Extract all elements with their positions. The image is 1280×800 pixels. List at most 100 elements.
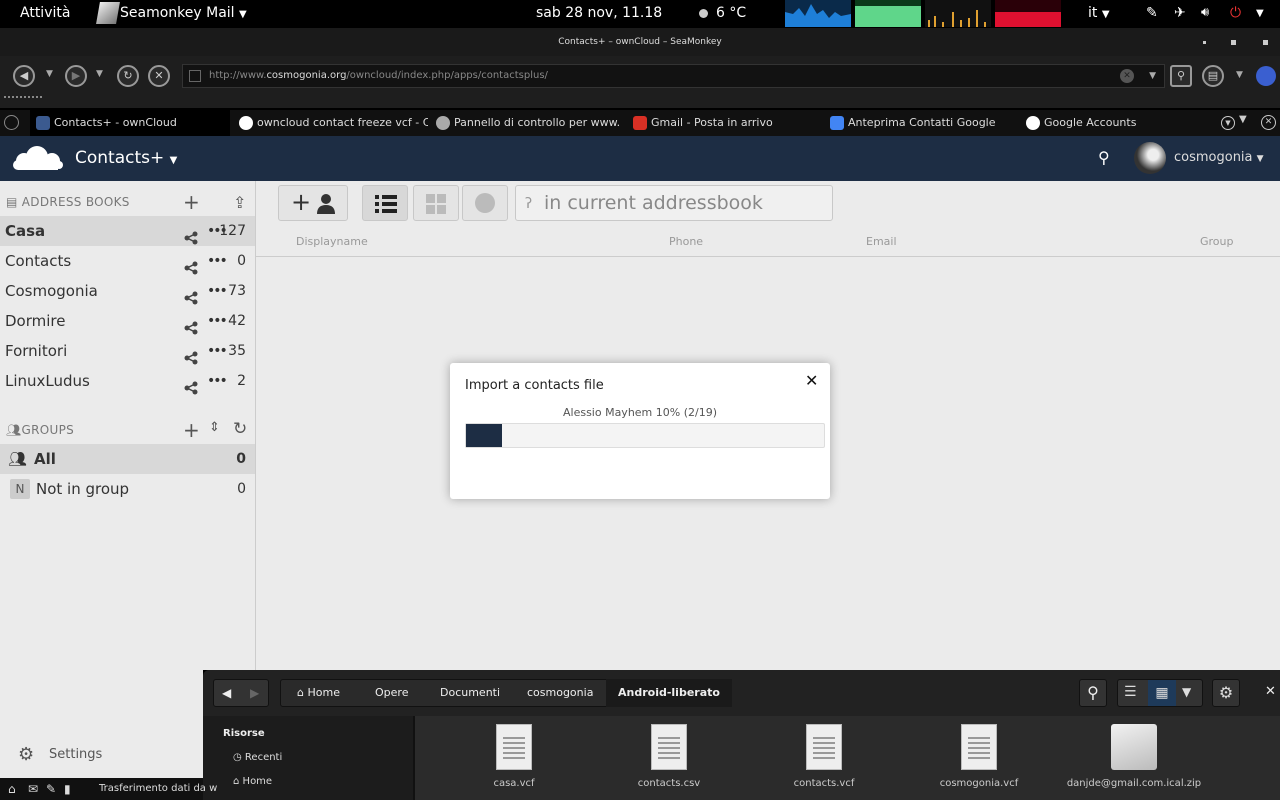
power-icon[interactable]: ⏻ [1230,5,1241,21]
more-icon[interactable]: ••• [207,336,228,366]
owncloud-logo-icon[interactable] [10,143,64,173]
list-view-button[interactable] [362,185,408,221]
addressbook-item[interactable]: Contacts ••• 0 [0,246,255,276]
chevron-down-icon[interactable]: ▼ [1149,65,1156,87]
chevron-down-icon[interactable]: ▼ [1239,114,1247,125]
addressbook-item[interactable]: Cosmogonia ••• 73 [0,276,255,306]
more-icon[interactable]: ••• [207,366,228,396]
sort-icon[interactable]: ⇕ [209,420,220,435]
forward-icon[interactable]: ▶ [250,686,259,700]
add-group-icon[interactable]: + [183,418,200,442]
tab-0[interactable]: Contacts+ - ownCloud [30,110,230,136]
chevron-down-icon[interactable]: ▼ [46,69,53,79]
chevron-down-icon[interactable]: ▼ [1182,685,1191,699]
file-item[interactable]: contacts.vcf [749,724,899,789]
tab-history-icon[interactable] [4,115,19,130]
gear-icon[interactable]: ⚙ [1212,679,1240,707]
search-icon[interactable]: ⚲ [1170,65,1192,87]
chevron-down-icon[interactable]: ▼ [96,69,103,79]
tab-5[interactable]: Google Accounts [1020,110,1210,136]
share-icon[interactable] [184,315,198,335]
group-item-all[interactable]: 👥︎ All 0 [0,444,255,474]
file-item[interactable]: cosmogonia.vcf [904,724,1054,789]
tab-2[interactable]: Pannello di controllo per www.... [430,110,620,136]
minimize-icon[interactable] [1203,41,1206,44]
share-icon[interactable] [184,375,198,395]
url-bar[interactable]: http://www.cosmogonia.org/owncloud/index… [182,64,1165,88]
place-recent[interactable]: ◷ Recenti [233,752,282,763]
breadcrumb-item[interactable]: Documenti [428,679,512,707]
addressbook-item[interactable]: Casa ••• 127 [0,216,255,246]
tab-4[interactable]: Anteprima Contatti Google [824,110,1014,136]
addressbook-item[interactable]: LinuxLudus ••• 2 [0,366,255,396]
group-item-not-in-group[interactable]: N Not in group 0 [0,474,255,504]
avatar[interactable] [1134,142,1166,174]
chevron-down-icon[interactable]: ▼ [1236,70,1243,80]
place-home[interactable]: ⌂ Home [233,776,272,787]
home-icon[interactable]: ⌂ [8,778,16,800]
grid-icon[interactable]: ▦ [1148,680,1176,706]
map-view-button[interactable] [462,185,508,221]
column-header-group[interactable]: Group [1200,235,1234,248]
share-icon[interactable] [184,345,198,365]
close-icon[interactable]: ✕ [1265,684,1276,699]
more-icon[interactable]: ••• [207,306,228,336]
mail-icon[interactable]: ✉ [28,778,38,800]
tab-1[interactable]: owncloud contact freeze vcf - Ce... [233,110,428,136]
address-book-icon[interactable]: ▮ [64,778,71,800]
add-addressbook-icon[interactable]: + [183,190,200,214]
refresh-icon[interactable]: ↻ [233,419,247,439]
back-icon[interactable]: ◀ [13,65,35,87]
clear-url-icon[interactable]: ✕ [1120,69,1134,83]
activities-button[interactable]: Attività [20,5,70,21]
addressbook-item[interactable]: Fornitori ••• 35 [0,336,255,366]
toolbar-grip[interactable] [4,96,42,100]
share-icon[interactable] [184,255,198,275]
file-item[interactable]: danjde@gmail.com.ical.zip [1059,724,1209,789]
stop-icon[interactable]: ✕ [148,65,170,87]
column-header-phone[interactable]: Phone [669,235,703,248]
app-menu[interactable]: Seamonkey Mail ▼ [120,5,247,21]
app-menu[interactable]: Contacts+ ▼ [75,148,177,168]
close-window-icon[interactable] [1263,40,1268,45]
airplane-icon[interactable]: ✈ [1174,5,1186,21]
weather-temp[interactable]: 6 °C [716,5,746,21]
clock[interactable]: sab 28 nov, 11.18 [536,5,662,21]
keyboard-layout-menu[interactable]: it ▼ [1088,5,1110,21]
addressbook-item[interactable]: Dormire ••• 42 [0,306,255,336]
more-icon[interactable]: ••• [207,246,228,276]
volume-icon[interactable]: 🔊︎ [1201,5,1209,20]
composer-icon[interactable]: ✎ [46,778,56,800]
user-menu[interactable]: cosmogonia ▼ [1174,150,1264,165]
more-icon[interactable]: ••• [207,276,228,306]
column-header-email[interactable]: Email [866,235,897,248]
file-item[interactable]: casa.vcf [439,724,589,789]
pen-icon[interactable]: ✎ [1146,5,1158,21]
share-icon[interactable] [184,225,198,245]
tab-3[interactable]: Gmail - Posta in arrivo [627,110,817,136]
search-input[interactable]: ʔ in current addressbook [515,185,833,221]
breadcrumb-current[interactable]: Android-liberato [606,679,732,707]
breadcrumb-item[interactable]: Opere [363,679,420,707]
search-icon[interactable]: ⚲ [1098,148,1110,167]
share-icon[interactable] [184,285,198,305]
all-tabs-icon[interactable]: ▼ [1221,116,1235,130]
maximize-icon[interactable] [1231,40,1236,45]
breadcrumb-home[interactable]: ⌂ Home [285,679,352,707]
window-titlebar[interactable]: Contacts+ – ownCloud – SeaMonkey [0,28,1280,56]
close-icon[interactable]: ✕ [805,371,818,390]
file-item[interactable]: contacts.csv [594,724,744,789]
settings-link[interactable]: Settings [49,747,102,762]
chevron-down-icon[interactable]: ▼ [1256,8,1264,19]
breadcrumb-item[interactable]: cosmogonia [515,679,605,707]
search-icon[interactable]: ⚲ [1079,679,1107,707]
grid-view-button[interactable] [413,185,459,221]
back-icon[interactable]: ◀ [222,686,231,700]
reload-icon[interactable]: ↻ [117,65,139,87]
print-icon[interactable]: ▤ [1202,65,1224,87]
gear-icon[interactable]: ⚙ [18,744,34,765]
forward-icon[interactable]: ▶ [65,65,87,87]
close-tab-icon[interactable]: ✕ [1261,115,1276,130]
list-icon[interactable]: ☰ [1124,684,1137,700]
upload-icon[interactable]: ⇪ [233,193,246,212]
